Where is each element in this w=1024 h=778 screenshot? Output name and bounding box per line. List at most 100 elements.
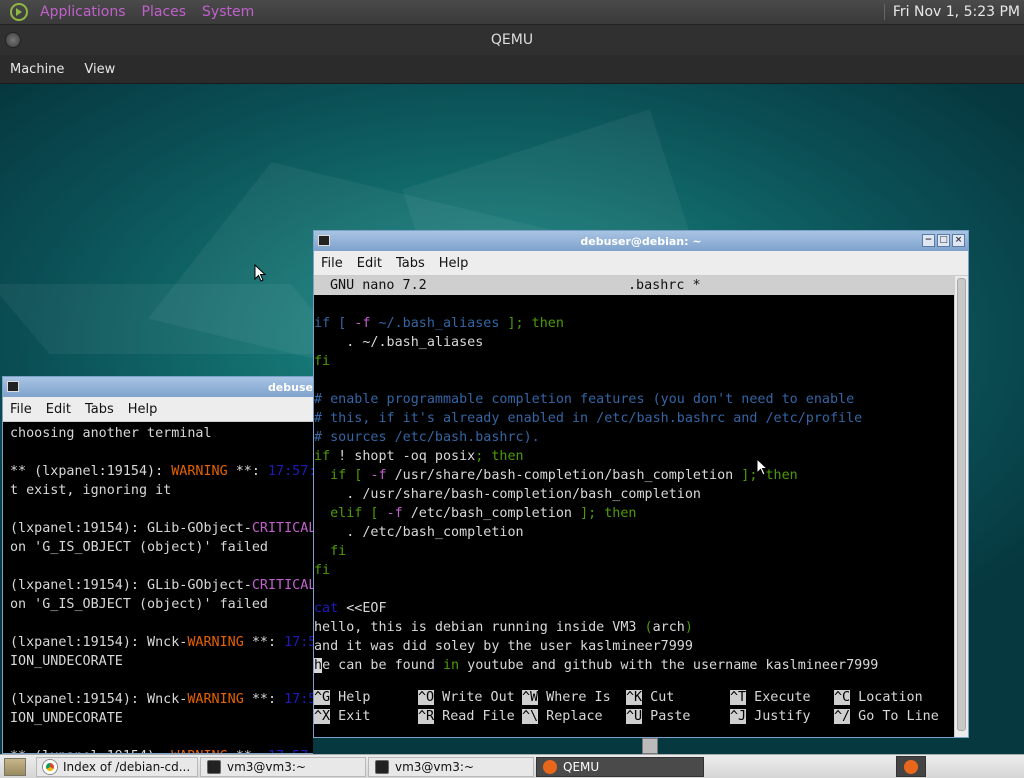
qemu-icon: [904, 759, 918, 774]
taskbar-item-label: QEMU: [563, 759, 600, 774]
shortcut-key: ^R: [418, 709, 435, 724]
background-terminal-title: debuse: [267, 380, 313, 394]
scrollbar-thumb[interactable]: [957, 278, 966, 731]
debian-logo-icon[interactable]: [10, 3, 28, 21]
text-segment: -f: [386, 506, 403, 521]
help-menu[interactable]: Help: [121, 402, 165, 417]
nano-editor-text[interactable]: if [ -f ~/.bash_aliases ]; then . ~/.bas…: [314, 295, 955, 675]
text-segment: elif [: [314, 506, 387, 521]
nano-window-title: debuser@debian: ~: [580, 234, 702, 248]
applications-menu[interactable]: Applications: [32, 4, 134, 20]
text-segment: fi: [314, 544, 347, 559]
text-segment: -f: [370, 468, 387, 483]
text-segment: . /etc/bash_completion: [314, 525, 524, 540]
shortcut-help[interactable]: ^G Help: [314, 688, 418, 707]
machine-menu[interactable]: Machine: [0, 62, 74, 77]
text-segment: (lxpanel:19154): GLib-GObject-: [10, 578, 252, 593]
shortcut-cut[interactable]: ^K Cut: [626, 688, 730, 707]
system-menu[interactable]: System: [194, 4, 262, 20]
taskbar-item[interactable]: vm3@vm3:~: [368, 756, 534, 777]
qemu-title: QEMU: [490, 32, 534, 48]
background-terminal-window[interactable]: debuse File Edit Tabs Help choosing anot…: [2, 376, 313, 754]
help-menu[interactable]: Help: [432, 256, 476, 271]
text-segment: . /usr/share/bash-completion/bash_comple…: [314, 487, 701, 502]
maximize-button[interactable]: □: [937, 234, 950, 247]
nano-terminal-window[interactable]: debuser@debian: ~ − □ × File Edit Tabs H…: [313, 230, 969, 738]
nano-window-title-bar[interactable]: debuser@debian: ~ − □ ×: [314, 231, 968, 251]
minimize-button[interactable]: −: [922, 234, 935, 247]
shortcut-read-file[interactable]: ^R Read File: [418, 707, 522, 726]
editor-line: cat <<EOF: [314, 599, 955, 618]
text-segment: WARNING: [187, 635, 244, 650]
text-segment: (: [644, 620, 653, 635]
editor-line: and it was did soley by the user kaslmin…: [314, 637, 955, 656]
host-top-panel: Applications Places System Fri Nov 1, 5:…: [0, 0, 1024, 25]
shortcut-label: Write Out: [434, 690, 515, 705]
editor-line: elif [ -f /etc/bash_completion ]; then: [314, 504, 955, 523]
shortcut-justify[interactable]: ^J Justify: [730, 707, 834, 726]
tabs-menu[interactable]: Tabs: [78, 402, 121, 417]
qemu-tray-button[interactable]: [896, 756, 926, 777]
text-segment: /etc/bash_completion: [402, 506, 581, 521]
editor-line: # sources /etc/bash.bashrc).: [314, 428, 955, 447]
nano-shortcut-bar: ^G Help ^O Write Out ^W Where Is ^K Cut ^T E…: [314, 688, 955, 726]
taskbar-item-label: vm3@vm3:~: [395, 759, 474, 774]
shortcut-key: ^J: [730, 709, 747, 724]
file-menu[interactable]: File: [3, 402, 39, 417]
mouse-pointer-icon: [254, 264, 266, 282]
text-segment: <<EOF: [338, 601, 387, 616]
nano-version: GNU nano 7.2: [330, 278, 427, 293]
taskbar-item[interactable]: vm3@vm3:~: [200, 756, 366, 777]
places-menu[interactable]: Places: [134, 4, 195, 20]
shortcut-key: ^C: [834, 690, 851, 705]
shortcut-key: ^W: [522, 690, 539, 705]
editor-line: if ! shopt -oq posix; then: [314, 447, 955, 466]
editor-line: hello, this is debian running inside VM3…: [314, 618, 955, 637]
editor-line: . /etc/bash_completion: [314, 523, 955, 542]
text-segment: if: [314, 449, 331, 464]
shortcut-key: ^U: [626, 709, 643, 724]
edit-menu[interactable]: Edit: [39, 402, 78, 417]
view-menu[interactable]: View: [74, 62, 125, 77]
shortcut-write-out[interactable]: ^O Write Out: [418, 688, 522, 707]
text-cursor: h: [314, 658, 323, 673]
tabs-menu[interactable]: Tabs: [389, 256, 432, 271]
shortcut-replace[interactable]: ^\ Replace: [522, 707, 626, 726]
file-menu[interactable]: File: [314, 256, 350, 271]
window-menu-icon[interactable]: [5, 32, 21, 48]
shortcut-execute[interactable]: ^T Execute: [730, 688, 834, 707]
text-segment: -f: [354, 316, 371, 331]
edit-menu[interactable]: Edit: [350, 256, 389, 271]
text-segment: arch: [652, 620, 685, 635]
shortcut-where-is[interactable]: ^W Where Is: [522, 688, 626, 707]
qemu-title-bar[interactable]: QEMU: [0, 25, 1024, 55]
vertical-scrollbar[interactable]: [954, 276, 968, 737]
close-button[interactable]: ×: [952, 234, 965, 247]
shortcut-location[interactable]: ^C Location: [834, 688, 938, 707]
background-terminal-title-bar[interactable]: debuse: [3, 377, 313, 397]
nano-filename: .bashrc *: [628, 278, 701, 293]
shortcut-label: Cut: [642, 690, 675, 705]
text-segment: on 'G_IS_OBJECT (object)' failed: [10, 597, 268, 612]
shortcut-go-to-line[interactable]: ^/ Go To Line: [834, 707, 939, 726]
shortcut-paste[interactable]: ^U Paste: [626, 707, 730, 726]
shortcut-exit[interactable]: ^X Exit: [314, 707, 418, 726]
text-segment: ION_UNDECORATE: [10, 654, 123, 669]
editor-line: if [ -f /usr/share/bash-completion/bash_…: [314, 466, 955, 485]
shortcut-label: Replace: [538, 709, 603, 724]
clock[interactable]: Fri Nov 1, 5:23 PM: [883, 4, 1020, 20]
text-segment: (lxpanel:19154): GLib-GObject-: [10, 521, 252, 536]
background-terminal-output[interactable]: choosing another terminal ** (lxpanel:191…: [3, 422, 313, 753]
text-segment: # this, if it's already enabled in /etc/…: [314, 411, 863, 426]
taskbar-item[interactable]: Index of /debian-cd...: [36, 756, 198, 777]
scroll-handle[interactable]: [642, 738, 658, 754]
editor-line: . ~/.bash_aliases: [314, 333, 955, 352]
shortcut-label: Help: [330, 690, 371, 705]
taskbar-item[interactable]: QEMU: [536, 756, 704, 777]
terminal-line: ** (lxpanel:19154): WARNING **: 17:57:5 …: [10, 747, 313, 753]
show-desktop-icon[interactable]: [4, 757, 26, 776]
